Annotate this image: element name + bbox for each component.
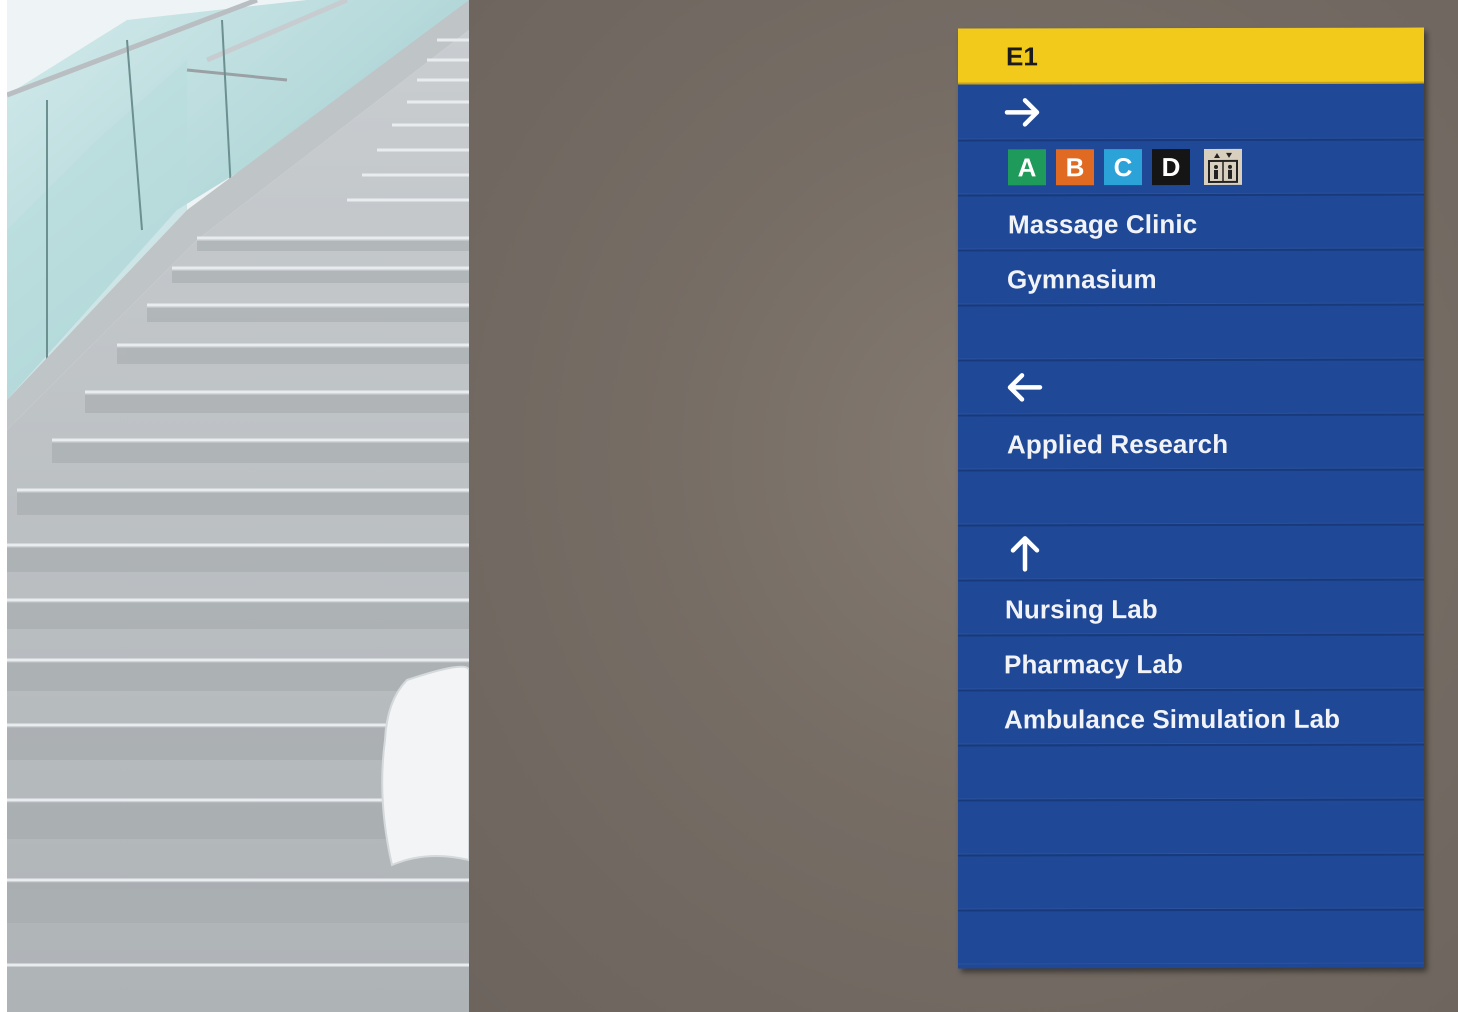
directional-sign: E1 A B C D Massage Clinic Gymnasium Appl… xyxy=(958,27,1424,969)
destination-label: Ambulance Simulation Lab xyxy=(1004,703,1341,735)
destination-label: Pharmacy Lab xyxy=(1004,649,1183,680)
sign-row-arrow-left xyxy=(958,358,1424,417)
building-badge-d: D xyxy=(1152,149,1190,186)
destination-label: Nursing Lab xyxy=(1005,594,1158,625)
sign-row-blank xyxy=(958,798,1424,857)
sign-row-gymnasium: Gymnasium xyxy=(958,248,1424,307)
building-badge-c: C xyxy=(1104,149,1142,186)
sign-row-blank xyxy=(958,303,1424,362)
sign-row-blank xyxy=(958,853,1424,912)
destination-label: Gymnasium xyxy=(1007,264,1157,295)
sign-header: E1 xyxy=(958,27,1424,85)
sign-row-applied-research: Applied Research xyxy=(958,413,1424,472)
sign-row-massage-clinic: Massage Clinic xyxy=(958,193,1424,252)
sign-row-blank xyxy=(958,743,1424,802)
sign-row-buildings: A B C D xyxy=(958,138,1424,197)
staircase-photo xyxy=(7,0,469,1012)
sign-row-blank xyxy=(958,909,1424,965)
sign-row-arrow-up xyxy=(958,523,1424,582)
sign-row-nursing-lab: Nursing Lab xyxy=(958,578,1424,637)
destination-label: Applied Research xyxy=(1007,428,1229,460)
arrow-left-icon xyxy=(1007,373,1043,402)
building-badge-a: A xyxy=(1008,149,1046,186)
elevator-icon xyxy=(1204,148,1242,185)
destination-label: Massage Clinic xyxy=(1008,208,1198,240)
building-badge-b: B xyxy=(1056,149,1094,186)
arrow-up-icon xyxy=(1010,536,1040,572)
staircase-illustration xyxy=(7,0,469,1012)
sign-header-label: E1 xyxy=(1006,41,1038,72)
sign-row-arrow-right xyxy=(958,83,1424,142)
sign-row-pharmacy-lab: Pharmacy Lab xyxy=(958,633,1424,692)
sign-row-ambulance-simulation-lab: Ambulance Simulation Lab xyxy=(958,688,1424,747)
sign-row-blank xyxy=(958,468,1424,527)
arrow-right-icon xyxy=(1004,98,1040,127)
